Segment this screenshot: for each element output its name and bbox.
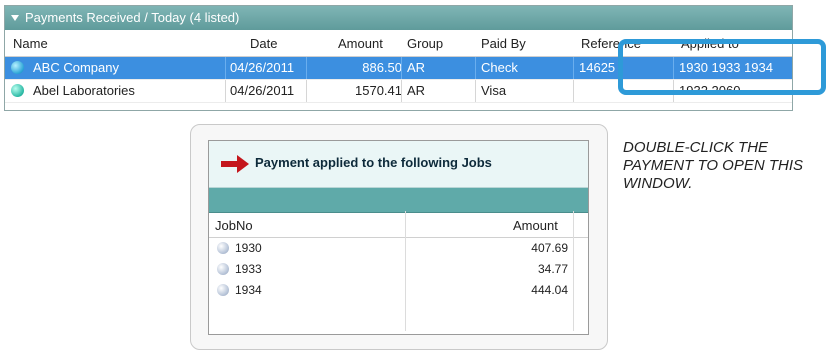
list-item[interactable]: 1930 407.69 bbox=[209, 238, 588, 259]
instruction-note: Double-click the payment to open this wi… bbox=[623, 139, 804, 192]
column-header-amount[interactable]: Amount bbox=[513, 218, 558, 233]
cell-amount: 444.04 bbox=[531, 283, 568, 297]
cell-amount: 34.77 bbox=[537, 262, 568, 276]
column-header-name[interactable]: Name bbox=[13, 36, 48, 51]
cell-group: AR bbox=[407, 83, 426, 98]
cell-amount: 886.50 bbox=[362, 60, 402, 75]
cell-date: 04/26/2011 bbox=[230, 83, 295, 98]
status-dot-icon bbox=[11, 84, 24, 97]
job-dot-icon bbox=[217, 242, 229, 254]
cell-paid-by: Visa bbox=[481, 83, 507, 98]
cell-jobno: 1933 bbox=[235, 262, 262, 276]
status-dot-icon bbox=[11, 61, 24, 74]
cell-jobno: 1934 bbox=[235, 283, 262, 297]
cell-reference: 14625 bbox=[579, 60, 616, 75]
panel-header[interactable]: Payments Received / Today (4 listed) bbox=[5, 6, 792, 30]
red-arrow-icon bbox=[221, 155, 249, 173]
popup-grid-header: JobNo Amount bbox=[209, 213, 588, 238]
highlight-callout bbox=[618, 39, 826, 95]
column-header-jobno[interactable]: JobNo bbox=[215, 218, 253, 233]
job-dot-icon bbox=[217, 284, 229, 296]
cell-paid-by: Check bbox=[481, 60, 518, 75]
column-header-group[interactable]: Group bbox=[407, 36, 443, 51]
popup-band bbox=[209, 188, 588, 213]
cell-jobno: 1930 bbox=[235, 241, 262, 255]
collapse-triangle-icon[interactable] bbox=[11, 15, 19, 21]
column-header-paid-by[interactable]: Paid By bbox=[481, 36, 526, 51]
applied-jobs-window: Payment applied to the following Jobs Jo… bbox=[208, 140, 589, 335]
list-item[interactable]: 1933 34.77 bbox=[209, 259, 588, 280]
job-dot-icon bbox=[217, 263, 229, 275]
column-header-date[interactable]: Date bbox=[250, 36, 277, 51]
cell-group: AR bbox=[407, 60, 426, 75]
popup-title: Payment applied to the following Jobs bbox=[255, 155, 492, 170]
column-header-amount[interactable]: Amount bbox=[338, 36, 383, 51]
cell-name: ABC Company bbox=[33, 60, 119, 75]
popup-title-bar: Payment applied to the following Jobs bbox=[209, 141, 588, 188]
cell-amount: 407.69 bbox=[531, 241, 568, 255]
list-item[interactable]: 1934 444.04 bbox=[209, 280, 588, 301]
panel-title: Payments Received / Today (4 listed) bbox=[25, 10, 240, 25]
cell-name: Abel Laboratories bbox=[33, 83, 135, 98]
cell-amount: 1570.41 bbox=[355, 83, 402, 98]
cell-date: 04/26/2011 bbox=[230, 60, 295, 75]
